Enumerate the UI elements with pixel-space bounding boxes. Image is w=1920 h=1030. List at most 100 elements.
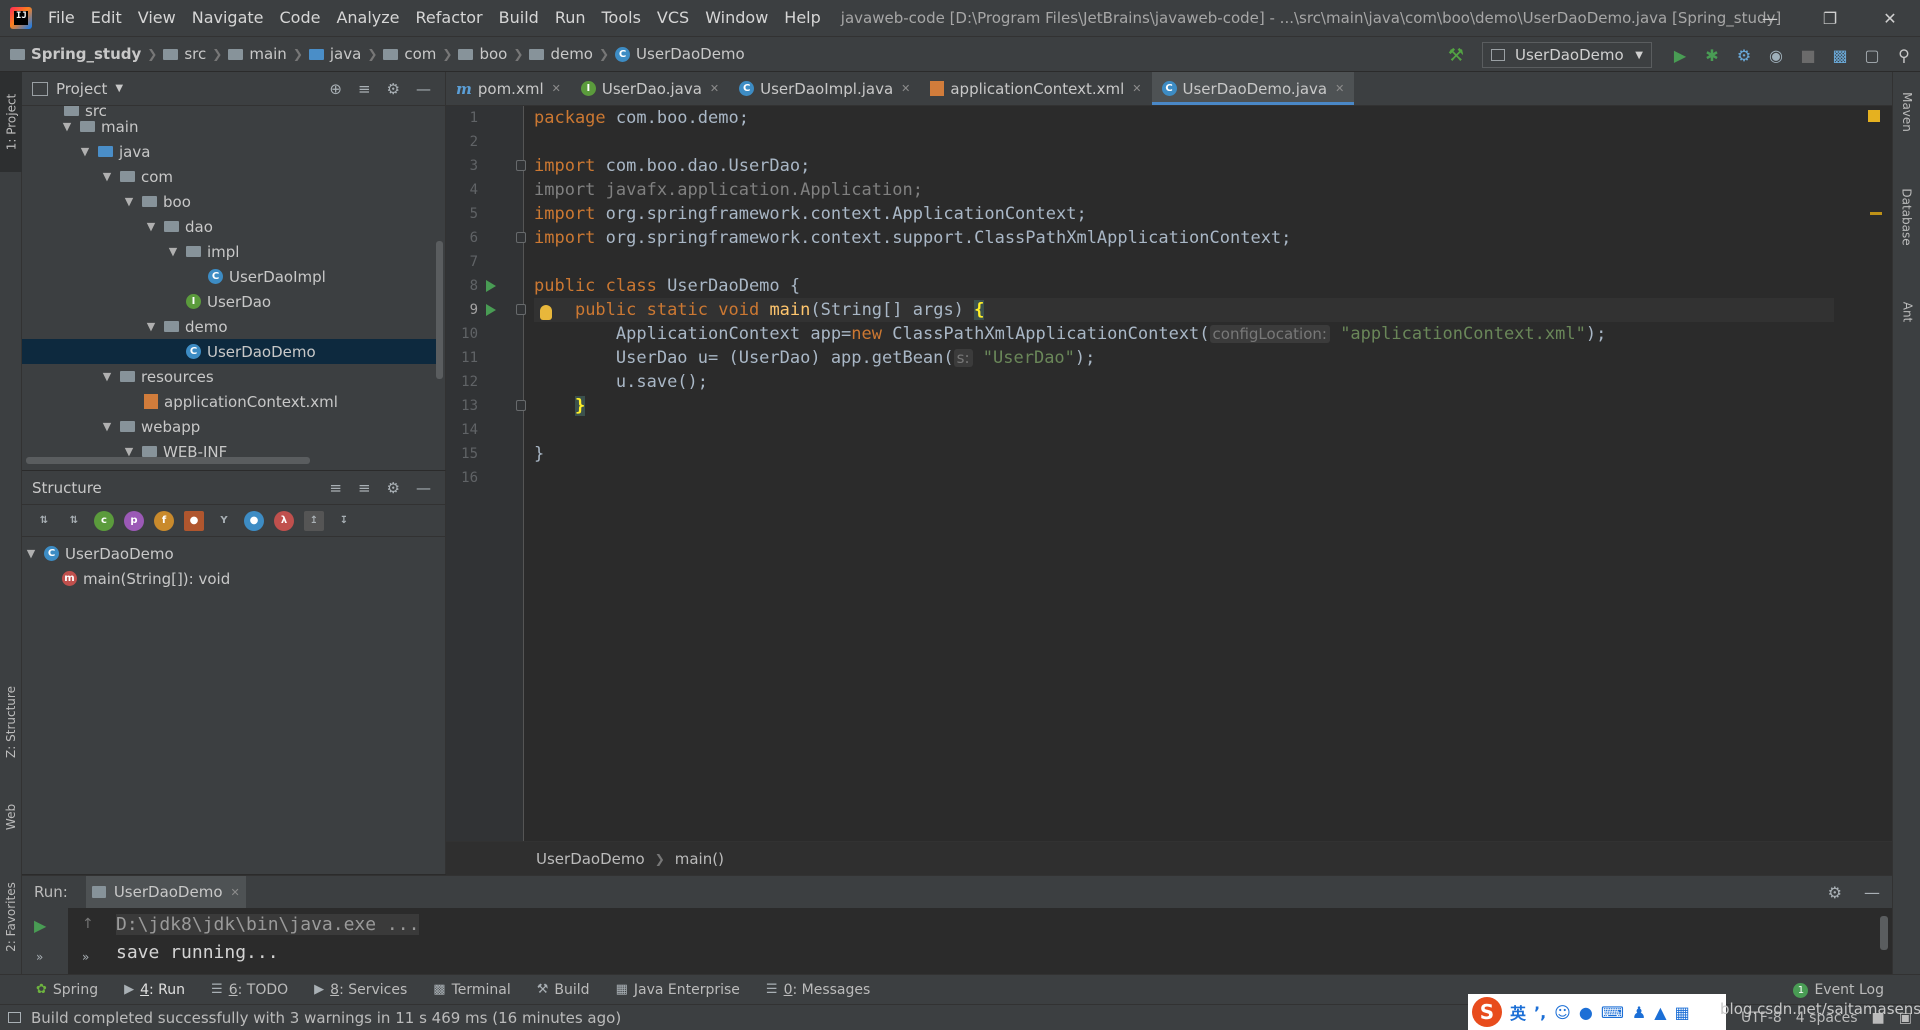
console-scrollbar[interactable] [1880, 916, 1888, 950]
show-anonymous-icon[interactable]: ● [244, 510, 264, 531]
hide-panel-icon[interactable]: — [1864, 883, 1880, 902]
bottom-tab-messages[interactable]: ☰ 0: Messages [766, 982, 870, 998]
user-icon[interactable]: ♟ [1632, 1003, 1646, 1022]
scroll-up-icon[interactable]: ↑ [82, 916, 94, 932]
close-icon[interactable]: ✕ [1335, 82, 1344, 95]
autoscroll-from-source-icon[interactable]: ↧ [334, 511, 354, 531]
close-icon[interactable]: ✕ [1132, 82, 1141, 95]
tree-item-boo[interactable]: ▼ boo [22, 189, 442, 214]
coverage-icon[interactable]: ⚙ [1733, 44, 1755, 66]
bottom-tab-services[interactable]: ▶ 8: Services [314, 982, 407, 998]
project-horizontal-scrollbar[interactable] [26, 457, 310, 464]
grid-menu-icon[interactable]: ▦ [1675, 1003, 1690, 1022]
structure-item-class[interactable]: ▼ C UserDaoDemo [22, 541, 442, 566]
profile-icon[interactable]: ◉ [1765, 44, 1787, 66]
sort-visibility-icon[interactable]: ⇅ [34, 511, 54, 531]
gear-icon[interactable]: ⚙ [387, 479, 400, 497]
menu-analyze[interactable]: Analyze [328, 0, 407, 36]
crumb-demo[interactable]: demo ❯ [523, 45, 609, 63]
sort-alpha-icon[interactable]: ⇅ [64, 511, 84, 531]
project-vertical-scrollbar[interactable] [436, 241, 443, 379]
menu-build[interactable]: Build [491, 0, 547, 36]
menu-window[interactable]: Window [697, 0, 776, 36]
expanded-arrow-icon[interactable]: ▼ [78, 145, 92, 158]
expanded-arrow-icon[interactable]: ▼ [144, 220, 158, 233]
tree-item-impl[interactable]: ▼ impl [22, 239, 442, 264]
bottom-tab-spring[interactable]: ✿ Spring [36, 982, 98, 998]
crumb-com[interactable]: com ❯ [377, 45, 452, 63]
toggle-tool-windows-icon[interactable] [8, 1012, 21, 1023]
tree-item-dao[interactable]: ▼ dao [22, 214, 442, 239]
bottom-tab-terminal[interactable]: ▩ Terminal [433, 982, 510, 998]
tree-item-demo[interactable]: ▼ demo [22, 314, 442, 339]
tree-item-webapp[interactable]: ▼ webapp [22, 414, 442, 439]
status-message[interactable]: Build completed successfully with 3 warn… [31, 1009, 621, 1027]
tree-item-java[interactable]: ▼ java [22, 139, 442, 164]
gear-icon[interactable]: ⚙ [1828, 883, 1842, 902]
menu-run[interactable]: Run [547, 0, 594, 36]
menu-file[interactable]: File [40, 0, 83, 36]
code-area[interactable]: package com.boo.demo; import com.boo.dao… [534, 106, 1892, 841]
show-fields-icon[interactable]: f [154, 510, 174, 531]
tree-item-userdao[interactable]: I UserDao [22, 289, 442, 314]
menu-edit[interactable]: Edit [83, 0, 130, 36]
expanded-arrow-icon[interactable]: ▼ [144, 320, 158, 333]
bottom-tab-run[interactable]: ▶ 4: Run [124, 982, 185, 998]
crumb-boo[interactable]: boo ❯ [452, 45, 523, 63]
fold-method-end-icon[interactable] [516, 400, 526, 411]
code-editor[interactable]: 1 2 3 4 5 6 7 8 9 10 11 12 13 14 15 16 p… [446, 106, 1892, 841]
tool-tab-ant[interactable]: Ant [1893, 282, 1920, 342]
tab-userdaoimpl-java[interactable]: C UserDaoImpl.java ✕ [729, 72, 920, 105]
punctuation-icon[interactable]: ’, [1534, 1003, 1546, 1022]
keyboard-icon[interactable]: ⌨ [1601, 1003, 1624, 1022]
fold-imports-end-icon[interactable] [516, 232, 526, 243]
close-icon[interactable]: ✕ [901, 82, 910, 95]
run-class-gutter-icon[interactable] [486, 280, 496, 292]
crumb-main[interactable]: main ❯ [222, 45, 303, 63]
show-lambdas-icon[interactable]: Y [214, 511, 234, 531]
menu-view[interactable]: View [130, 0, 184, 36]
inspection-warning-icon[interactable] [1868, 110, 1880, 122]
tool-tab-database[interactable]: Database [1893, 162, 1920, 272]
tool-tab-favorites[interactable]: 2: Favorites [0, 862, 22, 972]
show-non-public-icon[interactable]: ● [184, 510, 204, 531]
restore-button[interactable]: ❐ [1800, 0, 1860, 36]
expanded-arrow-icon[interactable]: ▼ [100, 370, 114, 383]
expanded-arrow-icon[interactable]: ▼ [24, 547, 38, 560]
run-icon[interactable]: ▶ [1669, 44, 1691, 66]
autoscroll-to-source-icon[interactable]: ↥ [304, 510, 324, 531]
tab-userdaodemo-java[interactable]: C UserDaoDemo.java ✕ [1151, 72, 1355, 105]
tool-tab-project[interactable]: 1: Project [0, 72, 22, 172]
project-structure-icon[interactable]: ▩ [1829, 44, 1851, 66]
fold-method-icon[interactable] [516, 304, 526, 315]
tree-item-main[interactable]: ▼ main [22, 114, 442, 139]
bottom-tab-java-enterprise[interactable]: ▦ Java Enterprise [616, 982, 740, 998]
stop-icon[interactable]: ■ [1797, 44, 1819, 66]
expand-all-icon[interactable]: ≡ [329, 479, 342, 497]
warning-stripe-marker[interactable] [1870, 212, 1882, 215]
run-main-gutter-icon[interactable] [486, 304, 496, 316]
tool-tab-web[interactable]: Web [0, 782, 22, 852]
menu-navigate[interactable]: Navigate [184, 0, 272, 36]
show-properties-icon[interactable]: p [124, 510, 144, 531]
gear-icon[interactable]: ⚙ [387, 80, 400, 98]
structure-item-method[interactable]: m main(String[]): void [22, 566, 442, 591]
chevron-down-icon[interactable]: ▼ [115, 83, 123, 94]
tab-pom-xml[interactable]: m pom.xml ✕ [446, 72, 571, 105]
tab-userdao-java[interactable]: I UserDao.java ✕ [571, 72, 729, 105]
show-inherited-icon[interactable]: c [94, 510, 114, 531]
expanded-arrow-icon[interactable]: ▼ [100, 420, 114, 433]
crumb-class[interactable]: C UserDaoDemo [609, 45, 745, 63]
more-icon[interactable]: » [82, 950, 89, 964]
menu-code[interactable]: Code [272, 0, 329, 36]
minimize-button[interactable]: — [1740, 0, 1800, 36]
tree-item-userdaodemo[interactable]: C UserDaoDemo [22, 339, 442, 364]
run-console-output[interactable]: D:\jdk8\jdk\bin\java.exe ... save runnin… [116, 911, 420, 967]
shirt-icon[interactable]: ▲ [1654, 1003, 1666, 1022]
tab-applicationcontext-xml[interactable]: applicationContext.xml ✕ [920, 72, 1151, 105]
tree-item-userdaoimpl[interactable]: C UserDaoImpl [22, 264, 442, 289]
close-icon[interactable]: ✕ [231, 886, 240, 899]
microphone-icon[interactable]: ● [1579, 1003, 1593, 1022]
build-hammer-icon[interactable]: ⚒ [1448, 45, 1464, 66]
bottom-tab-build[interactable]: ⚒ Build [537, 982, 590, 998]
